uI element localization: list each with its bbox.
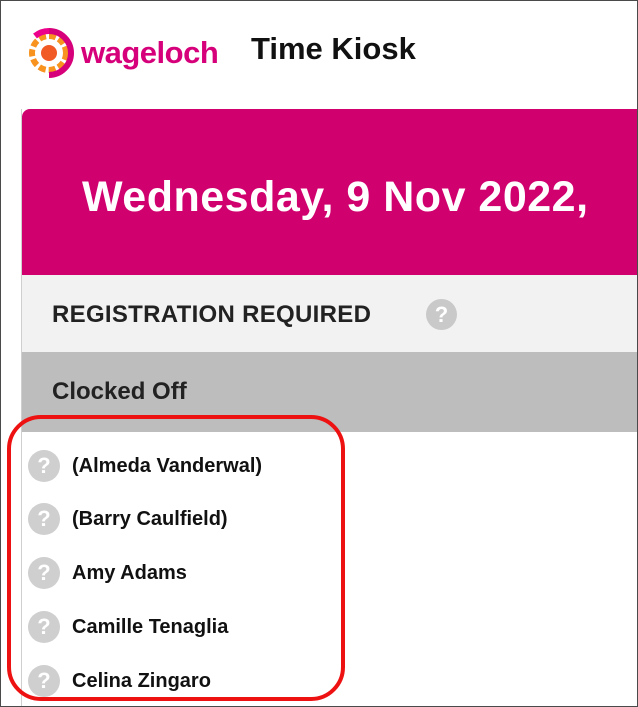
current-date: Wednesday, 9 Nov 2022, [82, 173, 589, 221]
employee-name: (Barry Caulfield) [72, 507, 228, 530]
clocked-off-label: Clocked Off [52, 378, 187, 405]
date-banner: Wednesday, 9 Nov 2022, [22, 109, 637, 275]
question-icon: ? [28, 611, 60, 643]
registration-required-section[interactable]: REGISTRATION REQUIRED ? [22, 275, 637, 352]
list-item[interactable]: ? Amy Adams [28, 553, 187, 593]
page-title: Time Kiosk [251, 31, 416, 66]
question-icon: ? [28, 557, 60, 589]
list-item[interactable]: ? Celina Zingaro [28, 661, 211, 701]
kiosk-panel: Wednesday, 9 Nov 2022, REGISTRATION REQU… [21, 109, 637, 706]
brand-header: wageloch [23, 25, 219, 81]
question-icon[interactable]: ? [426, 299, 457, 330]
question-icon: ? [28, 503, 60, 535]
brand-name: wageloch [81, 35, 219, 70]
question-icon: ? [28, 665, 60, 697]
employee-name: (Almeda Vanderwal) [72, 454, 263, 477]
employee-name: Celina Zingaro [72, 669, 211, 692]
list-item[interactable]: ? (Almeda Vanderwal) [28, 446, 262, 486]
kiosk-window: wageloch Time Kiosk Wednesday, 9 Nov 202… [0, 0, 638, 707]
list-item[interactable]: ? (Barry Caulfield) [28, 499, 228, 539]
question-icon: ? [28, 450, 60, 482]
registration-required-label: REGISTRATION REQUIRED [52, 301, 372, 328]
list-item[interactable]: ? Camille Tenaglia [28, 607, 228, 647]
brand-logo: wageloch [23, 27, 219, 79]
clocked-off-section-header[interactable]: Clocked Off [22, 352, 637, 432]
employee-name: Amy Adams [72, 561, 187, 584]
wageloch-logo-icon [23, 27, 75, 79]
employee-name: Camille Tenaglia [72, 615, 229, 638]
